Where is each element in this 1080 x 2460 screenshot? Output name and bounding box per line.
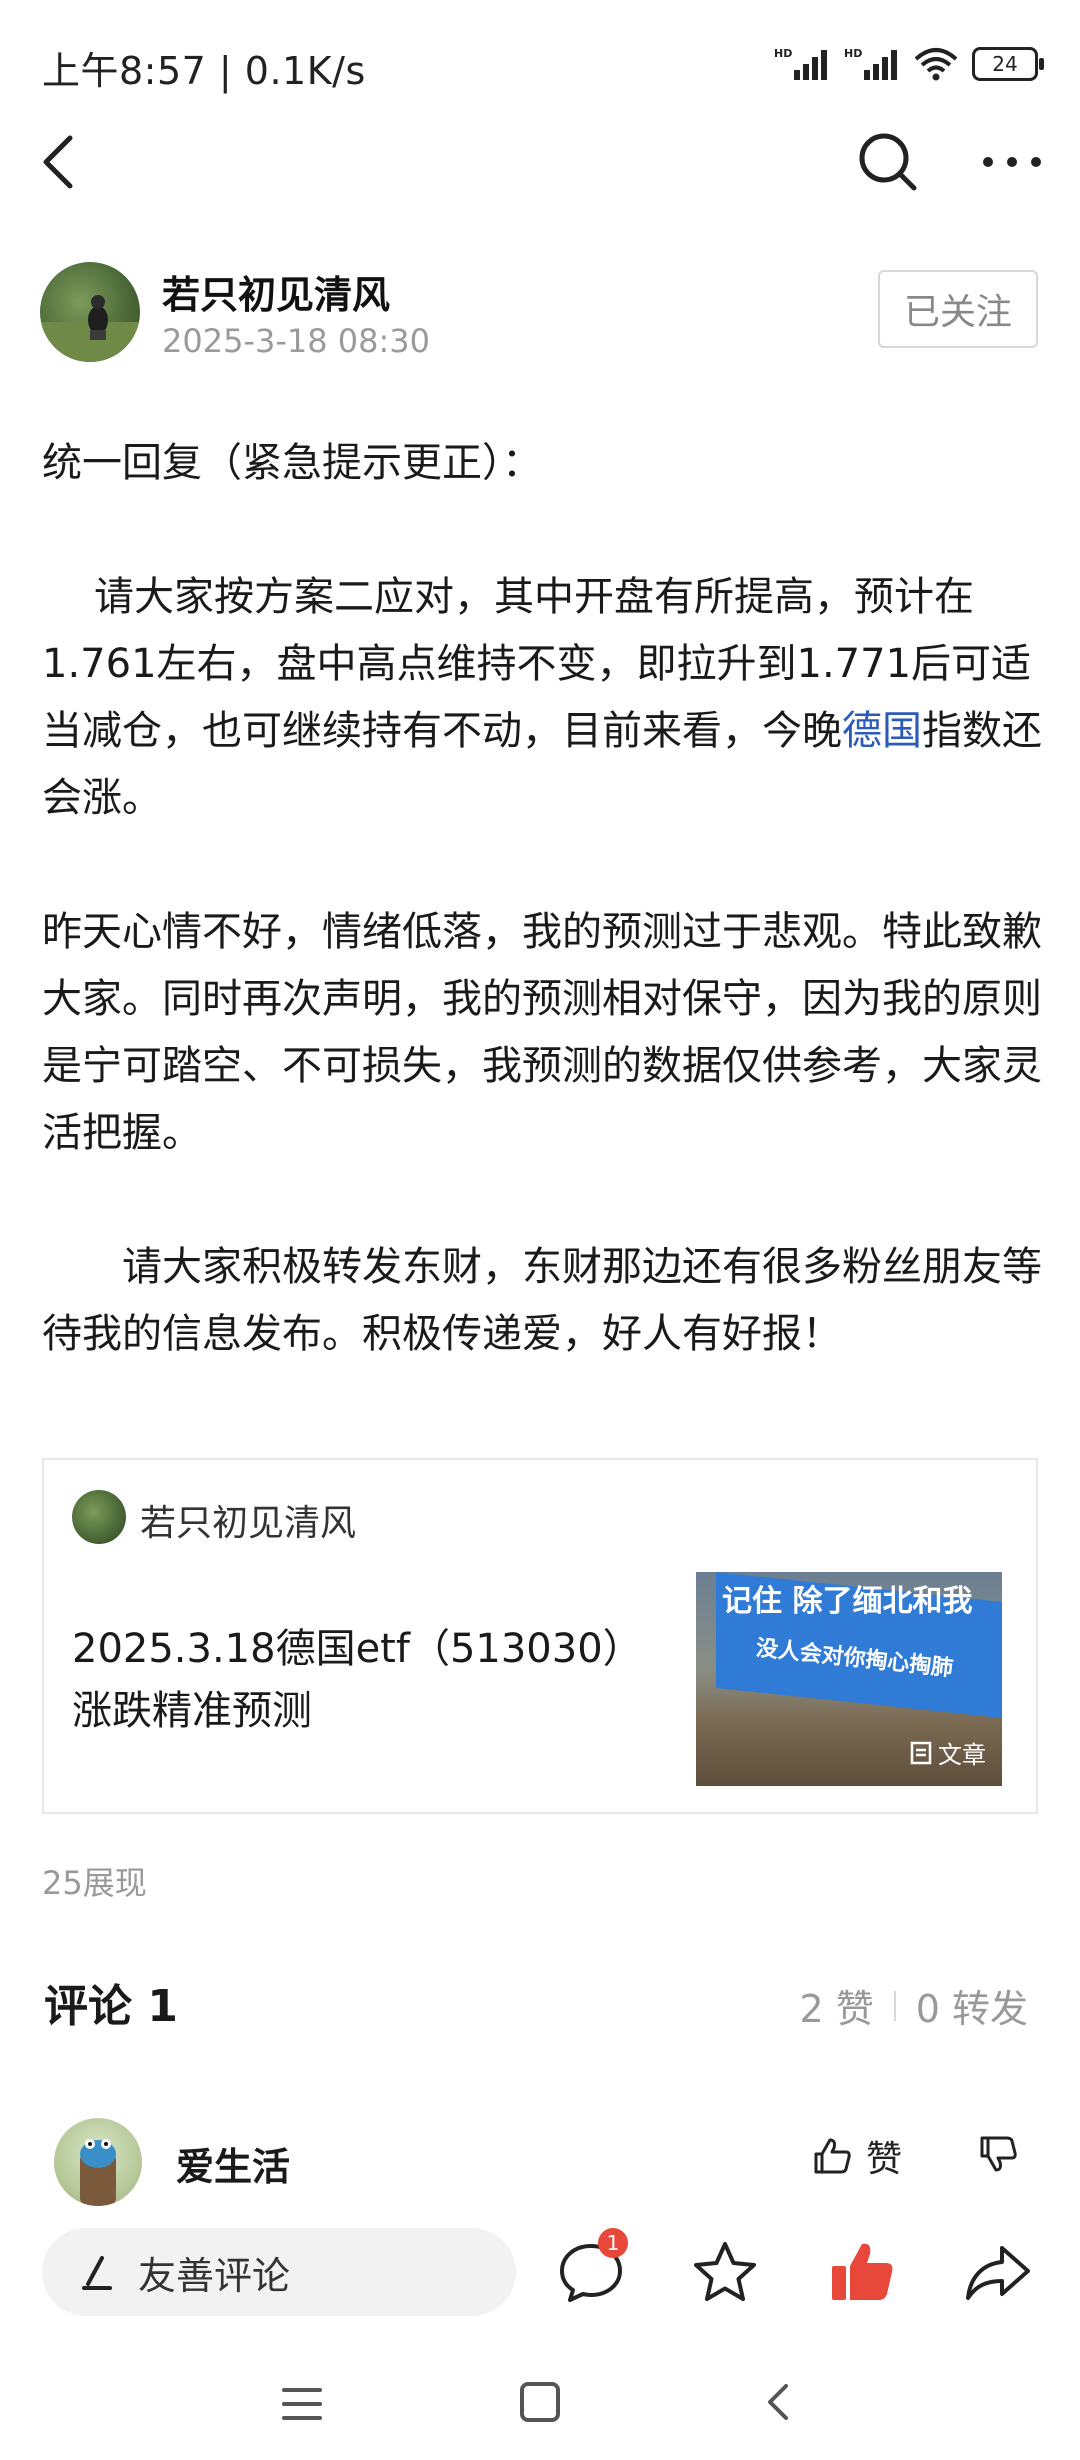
pen-icon — [82, 2256, 112, 2290]
status-bar: 上午8:57 | 0.1K/s HD HD 24 — [0, 0, 1080, 130]
cell-signal-icon: HD — [774, 47, 827, 80]
post-body: 统一回复（紧急提示更正）： 请大家按方案二应对，其中开盘有所提高，预计在1.76… — [42, 430, 1042, 1368]
back-icon[interactable] — [32, 122, 92, 202]
commenter-name[interactable]: 爱生活 — [176, 2136, 290, 2191]
post-heading: 统一回复（紧急提示更正）： — [42, 440, 542, 486]
menu-icon[interactable] — [278, 2380, 326, 2428]
svg-text:HD: HD — [774, 47, 792, 60]
share-icon[interactable] — [962, 2238, 1034, 2308]
cell-signal-2-icon: HD — [844, 47, 897, 80]
author-name[interactable]: 若只初见清风 — [162, 264, 390, 319]
post-paragraph-2: 昨天心情不好，情绪低落，我的预测过于悲观。特此致歉大家。同时再次声明，我的预测相… — [42, 909, 1042, 1156]
impressions-count: 25展现 — [42, 1864, 147, 1902]
post-time: 2025-3-18 08:30 — [162, 322, 430, 360]
post-paragraph-1: 请大家按方案二应对，其中开盘有所提高，预计在1.761左右，盘中高点维持不变，即… — [42, 564, 1042, 832]
comment-like-label: 赞 — [866, 2139, 903, 2180]
battery-icon: 24 — [972, 47, 1044, 81]
search-icon[interactable] — [848, 122, 928, 202]
like-filled-icon[interactable] — [826, 2236, 898, 2308]
star-icon[interactable] — [690, 2238, 760, 2308]
system-back-icon[interactable] — [756, 2378, 804, 2426]
thumbs-up-icon — [814, 2138, 851, 2174]
status-time: 上午8:57 | 0.1K/s — [42, 49, 366, 93]
shares-count[interactable]: 0 转发 — [916, 1978, 1028, 2033]
follow-button[interactable]: 已关注 — [878, 270, 1038, 348]
article-badge: 文章 — [910, 1735, 986, 1770]
comment-like-button[interactable]: 赞 — [810, 2130, 902, 2182]
comment-input-placeholder: 友善评论 — [138, 2253, 291, 2298]
card-thumbnail[interactable]: 记住 除了缅北和我 没人会对你掏心掏肺 文章 — [696, 1572, 1002, 1786]
commenter-avatar-icon — [80, 2139, 116, 2206]
article-badge-label: 文章 — [938, 1741, 986, 1769]
avatar-photo-icon — [40, 295, 140, 362]
card-title[interactable]: 2025.3.18德国etf（513030）涨跌精准预测 — [72, 1618, 652, 1742]
likes-count[interactable]: 2 赞 — [799, 1978, 873, 2033]
article-card[interactable]: 若只初见清风 2025.3.18德国etf（513030）涨跌精准预测 记住 除… — [42, 1458, 1038, 1814]
stats-divider — [893, 1990, 896, 2021]
card-author-name: 若只初见清风 — [140, 1503, 357, 1544]
comment-input[interactable]: 友善评论 — [42, 2228, 516, 2316]
commenter-avatar[interactable] — [54, 2118, 142, 2206]
thumbnail-caption-1: 记住 除了缅北和我 — [722, 1584, 973, 1619]
germany-link[interactable]: 德国 — [842, 708, 922, 754]
status-icons: HD HD 24 — [774, 46, 1044, 82]
more-icon[interactable] — [972, 122, 1052, 202]
comments-title: 评论 1 — [44, 1981, 178, 2032]
thumbs-down-icon[interactable] — [976, 2130, 1020, 2178]
svg-text:HD: HD — [844, 47, 862, 60]
home-icon[interactable] — [516, 2378, 564, 2426]
author-avatar[interactable] — [40, 262, 140, 362]
comment-count-badge: 1 — [598, 2228, 628, 2258]
card-author-avatar — [72, 1490, 126, 1544]
post-stats: 2 赞 0 转发 — [799, 1978, 1028, 2033]
article-icon — [910, 1741, 932, 1764]
post-paragraph-3: 请大家积极转发东财，东财那边还有很多粉丝朋友等待我的信息发布。积极传递爱，好人有… — [42, 1244, 1042, 1357]
wifi-icon — [914, 48, 958, 81]
